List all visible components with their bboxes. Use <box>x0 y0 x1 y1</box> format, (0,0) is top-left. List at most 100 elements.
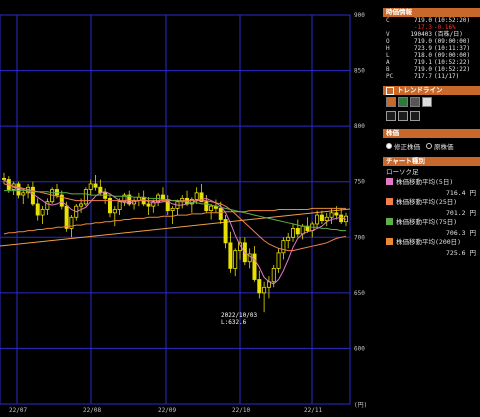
candle-body <box>252 253 257 280</box>
candle-body <box>228 242 233 269</box>
indicator-row: 株価移動平均(5日) <box>383 176 480 186</box>
quote-time: (09:00:00) <box>434 52 471 59</box>
quote-row: L 718.0 (09:00:00) <box>383 52 480 59</box>
indicator-color-swatch[interactable] <box>386 237 393 245</box>
save-line-button[interactable] <box>398 111 408 121</box>
indicator-item[interactable]: 株価移動平均(5日) 716.4 円 <box>383 176 480 197</box>
quote-time: -0.16% <box>434 24 456 31</box>
quote-key: A <box>386 59 390 66</box>
indicator-name: 株価移動平均(5日) <box>396 178 454 186</box>
quote-row: A 719.1 (10:52:22) <box>383 59 480 66</box>
trendline-tool-button[interactable] <box>386 97 396 107</box>
x-tick-label: 22/11 <box>304 407 322 414</box>
candle-body <box>165 199 170 212</box>
quote-time: (10:52:22) <box>434 66 471 73</box>
quote-row: C 719.0 (10:52:20) <box>383 17 480 24</box>
indicator-value: 725.6 円 <box>446 249 476 257</box>
candle-body <box>257 279 262 294</box>
candle-body <box>319 214 324 222</box>
quote-key: H <box>386 45 390 52</box>
indicator-item[interactable]: 株価移動平均(25日) 701.2 円 <box>383 196 480 217</box>
original-price-label: 原株価 <box>434 142 454 151</box>
moving-average-line <box>4 190 346 232</box>
quote-value: 718.0 <box>413 52 432 59</box>
candle-body <box>69 216 74 229</box>
quote-row: -17.3 -0.16% <box>383 24 480 31</box>
quote-value: -17.3 <box>413 24 432 31</box>
candle-body <box>185 197 190 205</box>
indicator-row: 株価移動平均(75日) <box>383 216 480 226</box>
quote-row: V 190403 (百株/日) <box>383 31 480 38</box>
price-section-title: 株価 <box>383 129 480 138</box>
quote-row: PC 717.7 (11/17) <box>383 73 480 80</box>
fibonacci-tool-button[interactable] <box>410 97 420 107</box>
quote-section-title: 時価情報 <box>383 8 480 17</box>
x-tick-label: 22/08 <box>83 407 101 414</box>
load-line-button[interactable] <box>410 111 420 121</box>
quote-value: 719.0 <box>413 17 432 24</box>
quote-time: (09:00:00) <box>434 38 471 45</box>
low-annotation: 2022/10/03 L:632.6 <box>221 312 258 326</box>
adjusted-price-radio[interactable] <box>386 142 392 149</box>
quote-key <box>383 24 400 31</box>
candle-body <box>286 236 291 242</box>
candle-body <box>218 207 223 220</box>
indicator-color-swatch[interactable] <box>386 177 393 185</box>
quote-key: B <box>386 66 390 73</box>
x-tick-label: 22/07 <box>9 407 27 414</box>
candle-body <box>291 227 296 238</box>
original-price-radio[interactable] <box>426 142 432 149</box>
quote-key: O <box>386 38 390 45</box>
indicator-color-swatch[interactable] <box>386 217 393 225</box>
trendline-toolbar <box>383 95 480 109</box>
x-tick-label: 22/09 <box>158 407 176 414</box>
candle-body <box>334 212 339 216</box>
candle-body <box>83 189 88 205</box>
candle-body <box>21 192 26 196</box>
indicator-color-swatch[interactable] <box>386 197 393 205</box>
delete-line-button[interactable] <box>386 111 396 121</box>
candle-body <box>262 286 267 294</box>
y-tick-label: 750 <box>354 179 365 186</box>
candle-body <box>2 177 7 180</box>
quote-row: B 719.0 (10:52:22) <box>383 66 480 73</box>
quote-key: L <box>386 52 390 59</box>
candle-body <box>281 240 286 254</box>
quote-key: C <box>386 17 390 24</box>
indicator-item[interactable]: 株価移動平均(75日) 706.3 円 <box>383 216 480 237</box>
candle-body <box>64 205 69 229</box>
candle-body <box>98 186 103 194</box>
quote-value: 190403 <box>410 31 432 38</box>
y-tick-label: 850 <box>354 68 365 75</box>
candle-body <box>324 216 329 222</box>
candle-body <box>30 186 35 205</box>
chart-type-section-title: チャート種別 <box>383 157 480 166</box>
y-tick-label: 650 <box>354 290 365 297</box>
candle-body <box>16 183 21 196</box>
y-tick-label: 800 <box>354 123 365 130</box>
trendline-toggle-icon[interactable] <box>386 86 394 95</box>
quote-list: C 719.0 (10:52:20) -17.3 -0.16% V 190403 (百株/日)… <box>383 17 480 80</box>
candle-label: ローソク足 <box>386 168 419 176</box>
x-tick-label: 22/10 <box>232 407 250 414</box>
quote-value: 723.9 <box>413 45 432 52</box>
candle-body <box>170 207 175 212</box>
price-mode-radios: 修正株価 原株価 <box>383 138 480 153</box>
candle-body <box>88 183 93 190</box>
candle-body <box>146 203 151 207</box>
quote-value: 719.0 <box>413 66 432 73</box>
quote-key: PC <box>386 73 394 80</box>
candle-body <box>79 203 84 207</box>
candle-body <box>223 219 228 244</box>
candle-body <box>233 250 238 269</box>
quote-time: (10:52:22) <box>434 59 471 66</box>
candle-body <box>339 214 344 223</box>
quote-row: H 723.9 (10:11:37) <box>383 45 480 52</box>
eraser-tool-button[interactable] <box>422 97 432 107</box>
indicator-name: 株価移動平均(25日) <box>396 198 458 206</box>
indicator-item[interactable]: 株価移動平均(200日) 725.6 円 <box>383 236 480 257</box>
candle-body <box>117 201 122 210</box>
candle-body <box>276 252 281 269</box>
channel-tool-button[interactable] <box>398 97 408 107</box>
annotation-date: 2022/10/03 <box>221 312 258 319</box>
